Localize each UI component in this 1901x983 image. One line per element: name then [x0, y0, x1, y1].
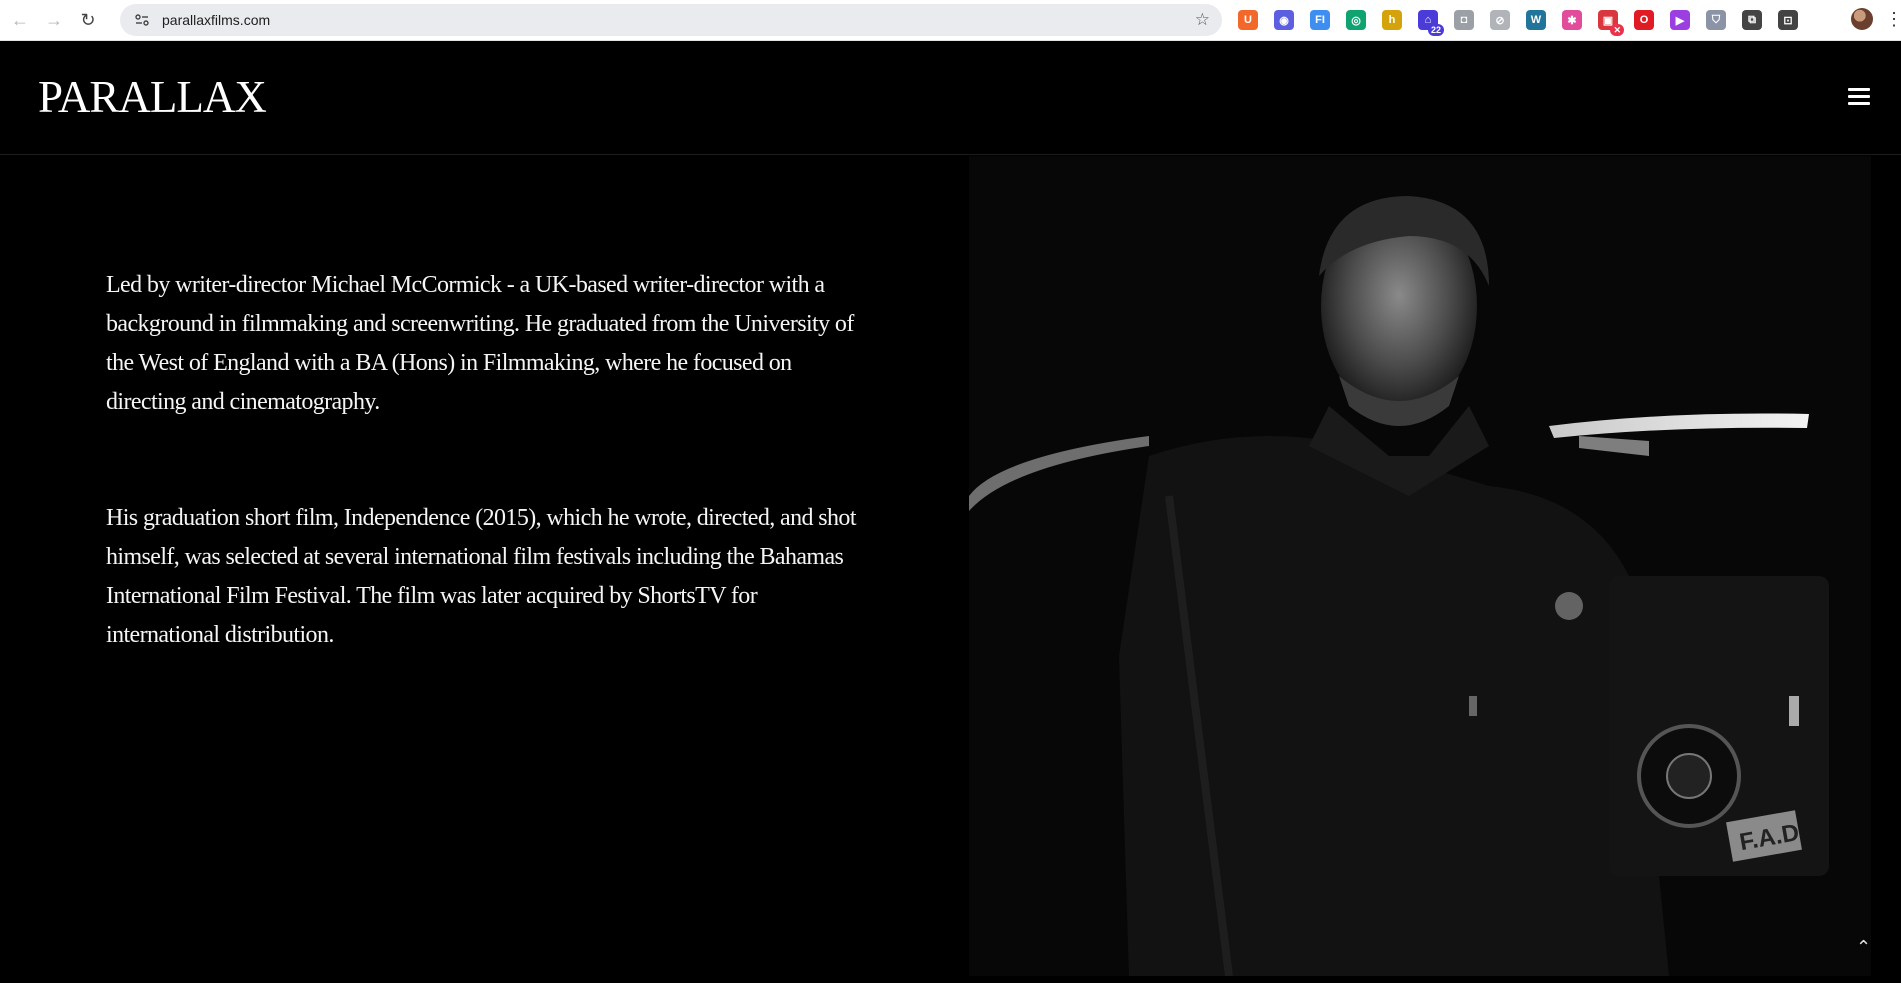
url-text[interactable]: parallaxfilms.com	[162, 12, 270, 28]
extension-badge: ✕	[1610, 24, 1624, 36]
bio-paragraph-2: His graduation short film, Independence …	[106, 505, 857, 648]
tab-search-glyph: ⊡	[1783, 14, 1793, 27]
pinwheel-extension-icon[interactable]: ✱	[1562, 10, 1582, 30]
red-box-extension-icon[interactable]: ▣ ✕	[1598, 10, 1624, 36]
u-extension-glyph: U	[1244, 14, 1252, 26]
bio-text: Led by writer-director Michael McCormick…	[106, 266, 857, 655]
tab-search-icon[interactable]: ⊡	[1778, 10, 1798, 30]
director-photo: F.A.D	[969, 156, 1871, 976]
blue-circle-extension-glyph: ◉	[1279, 14, 1289, 27]
scroll-to-top-icon[interactable]: ⌃	[1856, 937, 1871, 958]
bookmark-star-icon[interactable]: ☆	[1195, 10, 1210, 30]
house-badge-extension-icon[interactable]: ⌂ 22	[1418, 10, 1444, 36]
green-circle-extension-glyph: ◎	[1351, 14, 1361, 27]
profile-avatar[interactable]	[1851, 8, 1873, 30]
site-header: PARALLAX	[0, 41, 1901, 155]
address-bar[interactable]: parallaxfilms.com ☆	[120, 4, 1222, 36]
camera-extension-glyph: ◘	[1460, 14, 1468, 26]
compass-extension-glyph: ⊘	[1495, 14, 1505, 27]
opera-extension-glyph: O	[1639, 14, 1649, 26]
shield-extension-glyph: ⛉	[1711, 13, 1721, 26]
about-section: Led by writer-director Michael McCormick…	[0, 156, 1901, 983]
yellow-box-extension-icon[interactable]: h	[1382, 10, 1402, 30]
site-settings-icon	[135, 14, 149, 26]
purple-extension-glyph: ▶	[1675, 14, 1685, 27]
hamburger-menu-icon[interactable]	[1848, 88, 1870, 106]
u-extension-icon[interactable]: U	[1238, 10, 1258, 30]
browser-menu-icon[interactable]: ⋮	[1885, 8, 1901, 32]
fi-extension-glyph: FI	[1315, 14, 1325, 26]
site-info-button[interactable]	[128, 6, 156, 34]
arrow-right-icon: →	[45, 9, 63, 30]
yellow-box-extension-glyph: h	[1388, 14, 1396, 26]
compass-extension-icon[interactable]: ⊘	[1490, 10, 1510, 30]
arrow-left-icon: ←	[11, 9, 29, 30]
puzzle-extension-icon[interactable]: ⧉	[1742, 10, 1762, 30]
wordpress-extension-glyph: W	[1530, 14, 1542, 26]
site-logo[interactable]: PARALLAX	[38, 71, 267, 123]
back-button[interactable]: ←	[6, 6, 34, 34]
puzzle-extension-glyph: ⧉	[1748, 13, 1756, 26]
browser-toolbar: ← → ↻ parallaxfilms.com ☆ U ◉ FI ◎ h ⌂ 22 ◘ ⊘ W ✱ ▣…	[0, 0, 1901, 41]
director-photo-image: F.A.D	[969, 156, 1871, 976]
opera-extension-icon[interactable]: O	[1634, 10, 1654, 30]
reload-button[interactable]: ↻	[74, 6, 102, 34]
extensions-bar: U ◉ FI ◎ h ⌂ 22 ◘ ⊘ W ✱ ▣ ✕ O ▶ ⛉ ⧉ ⊡	[1238, 7, 1814, 36]
pinwheel-extension-glyph: ✱	[1567, 14, 1577, 27]
camera-extension-icon[interactable]: ◘	[1454, 10, 1474, 30]
forward-button[interactable]: →	[40, 6, 68, 34]
reload-icon: ↻	[80, 9, 96, 30]
bio-paragraph-1: Led by writer-director Michael McCormick…	[106, 272, 854, 415]
fi-extension-icon[interactable]: FI	[1310, 10, 1330, 30]
wordpress-extension-icon[interactable]: W	[1526, 10, 1546, 30]
shield-extension-icon[interactable]: ⛉	[1706, 10, 1726, 30]
blue-circle-extension-icon[interactable]: ◉	[1274, 10, 1294, 30]
extension-badge: 22	[1427, 24, 1444, 36]
green-circle-extension-icon[interactable]: ◎	[1346, 10, 1366, 30]
purple-extension-icon[interactable]: ▶	[1670, 10, 1690, 30]
